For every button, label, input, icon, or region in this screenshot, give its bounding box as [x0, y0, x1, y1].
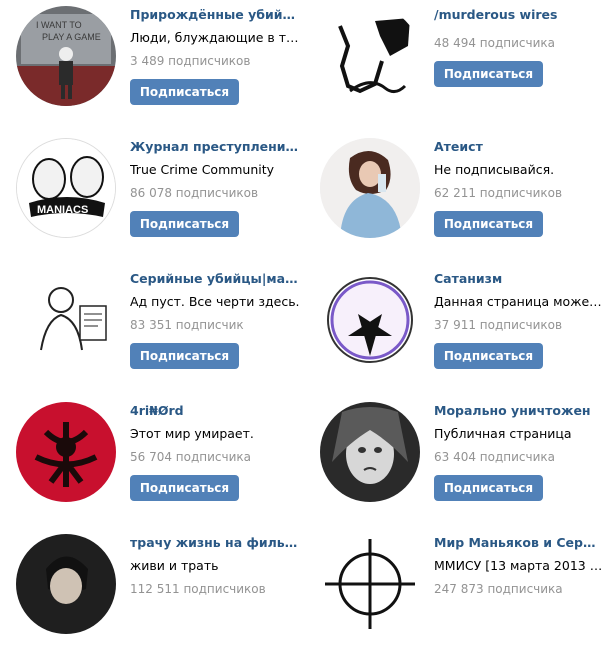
svg-text:MANIACS: MANIACS	[37, 204, 88, 216]
community-name[interactable]: /murderous wires	[434, 6, 604, 24]
community-description: Ад пуст. Все черти здесь.	[130, 294, 300, 309]
subscriber-count: 112 511 подписчиков	[130, 582, 266, 596]
community-avatar[interactable]	[16, 270, 116, 370]
community-card: трачу жизнь на фильмы живи и трать 112 5…	[0, 528, 300, 648]
community-name[interactable]: трачу жизнь на фильмы	[130, 534, 300, 552]
community-avatar[interactable]: I WANT TO PLAY A GAME	[16, 6, 116, 106]
subscribe-button[interactable]: Подписаться	[130, 211, 239, 237]
subscribe-button[interactable]: Подписаться	[130, 475, 239, 501]
community-name[interactable]: Мир Маньяков и Серийны...	[434, 534, 604, 552]
subscriber-count: 62 211 подписчиков	[434, 186, 563, 200]
subscriber-count: 247 873 подписчика	[434, 582, 563, 596]
community-card: Морально уничтожен Публичная страница 63…	[304, 396, 604, 516]
community-card: I WANT TO PLAY A GAME Прирождённые убийц…	[0, 0, 300, 120]
community-avatar[interactable]	[320, 534, 420, 634]
community-description: Не подписывайся.	[434, 162, 555, 177]
community-avatar[interactable]	[320, 6, 420, 106]
subscriber-count: 83 351 подписчик	[130, 318, 244, 332]
community-name[interactable]: Прирождённые убийцы.	[130, 6, 300, 24]
community-name[interactable]: Журнал преступлений: Ант...	[130, 138, 300, 156]
community-description: ММИСУ [13 марта 2013 – ...	[434, 558, 604, 573]
community-card: MANIACS Журнал преступлений: Ант... True…	[0, 132, 300, 252]
community-name[interactable]: Атеист	[434, 138, 604, 156]
community-description: Этот мир умирает.	[130, 426, 254, 441]
community-card: /murderous wires 48 494 подписчика Подпи…	[304, 0, 604, 120]
community-description: Данная страница может ос...	[434, 294, 604, 309]
community-name[interactable]: Сатанизм	[434, 270, 604, 288]
subscribe-button[interactable]: Подписаться	[434, 61, 543, 87]
svg-text:PLAY A GAME: PLAY A GAME	[42, 32, 101, 42]
community-description: Люди, блуждающие в темн...	[130, 30, 300, 45]
community-name[interactable]: Морально уничтожен	[434, 402, 604, 420]
community-card: 4ri₦Ørd Этот мир умирает. 56 704 подписч…	[0, 396, 300, 516]
subscribe-button[interactable]: Подписаться	[434, 211, 543, 237]
community-avatar[interactable]: MANIACS	[16, 138, 116, 238]
community-avatar[interactable]	[16, 534, 116, 634]
community-avatar[interactable]	[16, 402, 116, 502]
communities-grid: I WANT TO PLAY A GAME Прирождённые убийц…	[0, 0, 613, 634]
subscribe-button[interactable]: Подписаться	[130, 79, 239, 105]
subscriber-count: 3 489 подписчиков	[130, 54, 251, 68]
community-avatar[interactable]	[320, 138, 420, 238]
community-avatar[interactable]	[320, 402, 420, 502]
community-card: Мир Маньяков и Серийны... ММИСУ [13 март…	[304, 528, 604, 648]
subscriber-count: 86 078 подписчиков	[130, 186, 259, 200]
subscribe-button[interactable]: Подписаться	[434, 475, 543, 501]
subscriber-count: 63 404 подписчика	[434, 450, 556, 464]
subscribe-button[interactable]: Подписаться	[130, 343, 239, 369]
community-name[interactable]: 4ri₦Ørd	[130, 402, 300, 420]
community-description: True Crime Community	[130, 162, 275, 177]
subscriber-count: 48 494 подписчика	[434, 36, 556, 50]
community-card: Сатанизм Данная страница может ос... 37 …	[304, 264, 604, 384]
community-avatar[interactable]	[320, 270, 420, 370]
subscriber-count: 56 704 подписчика	[130, 450, 252, 464]
community-card: Серийные убийцы|маньяки Ад пуст. Все чер…	[0, 264, 300, 384]
community-name[interactable]: Серийные убийцы|маньяки	[130, 270, 300, 288]
subscriber-count: 37 911 подписчиков	[434, 318, 563, 332]
svg-text:I WANT TO: I WANT TO	[36, 20, 82, 30]
community-card: Атеист Не подписывайся. 62 211 подписчик…	[304, 132, 604, 252]
community-description: Публичная страница	[434, 426, 572, 441]
community-description: живи и трать	[130, 558, 219, 573]
subscribe-button[interactable]: Подписаться	[434, 343, 543, 369]
